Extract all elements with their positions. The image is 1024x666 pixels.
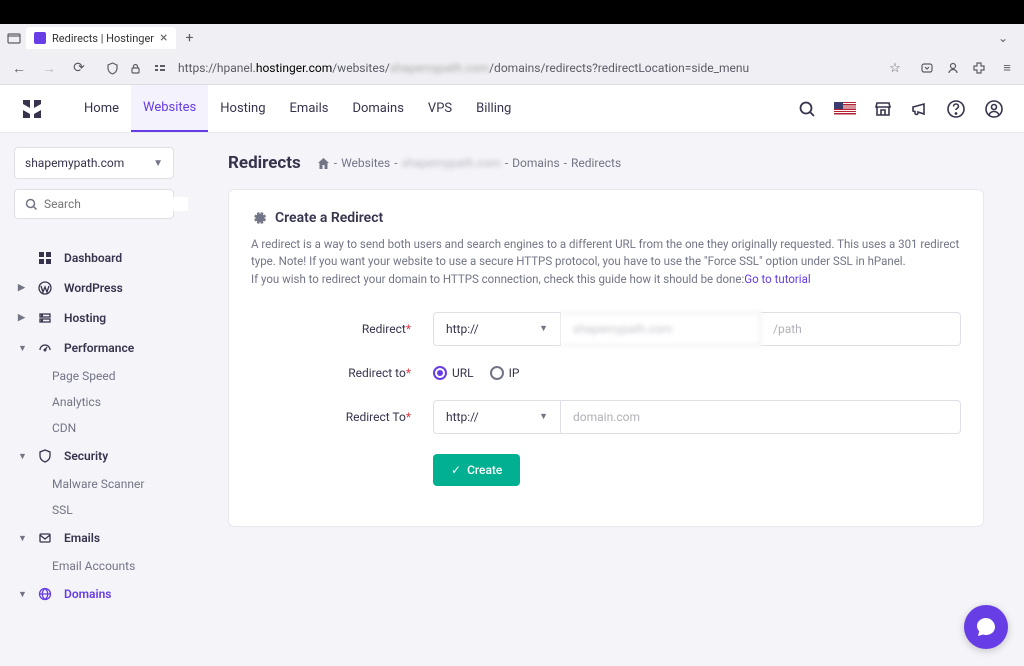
- globe-icon: [38, 587, 54, 601]
- url-text: https://hpanel.hostinger.com/websites/sh…: [178, 61, 880, 75]
- tab-favicon: [34, 32, 46, 44]
- tab-title: Redirects | Hostinger: [52, 32, 154, 45]
- radio-url[interactable]: URL: [433, 366, 474, 380]
- collapse-icon: ▼: [18, 589, 28, 600]
- sidebar-dashboard[interactable]: Dashboard: [14, 243, 174, 273]
- nav-websites[interactable]: Websites: [131, 85, 208, 132]
- nav-hosting[interactable]: Hosting: [208, 85, 277, 132]
- home-icon[interactable]: [317, 157, 330, 170]
- collapse-icon: ▼: [18, 451, 28, 462]
- sidebar-emails[interactable]: ▼ Emails: [14, 523, 174, 553]
- sidebar-pagespeed[interactable]: Page Speed: [14, 363, 174, 389]
- expand-icon: ▶: [18, 283, 28, 293]
- create-button[interactable]: ✓ Create: [433, 454, 520, 486]
- redirect-to-type-label: Redirect to*: [251, 366, 433, 380]
- tab-close-icon[interactable]: ×: [160, 30, 167, 46]
- nav-domains[interactable]: Domains: [340, 85, 415, 132]
- radio-ip[interactable]: IP: [490, 366, 520, 380]
- sidebar-cdn[interactable]: CDN: [14, 415, 174, 441]
- mail-icon: [38, 531, 54, 545]
- create-redirect-card: Create a Redirect A redirect is a way to…: [228, 189, 984, 527]
- chevron-down-icon: ▼: [539, 411, 548, 422]
- performance-icon: [38, 341, 54, 355]
- pocket-icon[interactable]: [920, 61, 938, 75]
- redirect-domain-input[interactable]: shapemypath.com: [561, 312, 761, 346]
- menu-icon[interactable]: ≡: [998, 60, 1016, 76]
- search-icon[interactable]: [798, 100, 816, 118]
- back-button[interactable]: ←: [8, 60, 30, 77]
- url-field[interactable]: https://hpanel.hostinger.com/websites/sh…: [98, 61, 912, 76]
- search-icon: [25, 198, 38, 211]
- tabs-dropdown-icon[interactable]: ⌄: [998, 31, 1008, 45]
- redirect-label: Redirect*: [251, 322, 433, 336]
- sidebar-performance[interactable]: ▼ Performance: [14, 333, 174, 363]
- permissions-icon[interactable]: [154, 62, 172, 74]
- shield-icon[interactable]: [106, 62, 124, 75]
- hosting-icon: [38, 311, 54, 325]
- browser-tab[interactable]: Redirects | Hostinger ×: [26, 27, 176, 49]
- chevron-down-icon: ▼: [539, 323, 548, 334]
- redirect-path-input[interactable]: /path: [761, 312, 961, 346]
- sidebar-security[interactable]: ▼ Security: [14, 441, 174, 471]
- site-name: shapemypath.com: [25, 156, 124, 170]
- sidebar-email-accounts[interactable]: Email Accounts: [14, 553, 174, 579]
- breadcrumb: - Websites - shapemypath.com - Domains -…: [317, 156, 621, 170]
- reload-button[interactable]: ⟳: [68, 60, 90, 76]
- announcements-icon[interactable]: [910, 100, 928, 118]
- hostinger-logo[interactable]: [20, 97, 44, 121]
- sidebar-hosting[interactable]: ▶ Hosting: [14, 303, 174, 333]
- card-description: A redirect is a way to send both users a…: [251, 236, 961, 288]
- nav-vps[interactable]: VPS: [416, 85, 464, 132]
- chat-button[interactable]: [964, 605, 1008, 649]
- help-icon[interactable]: [946, 99, 966, 119]
- bookmark-icon[interactable]: ☆: [886, 61, 904, 76]
- search-input[interactable]: [44, 197, 188, 211]
- redirect-to-label: Redirect To*: [251, 410, 433, 424]
- sidebar-malware[interactable]: Malware Scanner: [14, 471, 174, 497]
- extensions-icon[interactable]: [972, 61, 990, 75]
- store-icon[interactable]: [874, 100, 892, 118]
- sidebar-domains[interactable]: ▼ Domains: [14, 579, 174, 609]
- sidebar-analytics[interactable]: Analytics: [14, 389, 174, 415]
- main-nav: Home Websites Hosting Emails Domains VPS…: [72, 85, 523, 132]
- gear-icon: [251, 210, 267, 226]
- site-selector[interactable]: shapemypath.com ▼: [14, 147, 174, 179]
- chevron-down-icon: ▼: [153, 158, 163, 169]
- new-tab-button[interactable]: +: [180, 30, 200, 46]
- window-icon[interactable]: [6, 30, 22, 46]
- language-flag[interactable]: [834, 102, 856, 116]
- nav-home[interactable]: Home: [72, 85, 131, 132]
- profile-icon[interactable]: [984, 99, 1004, 119]
- sidebar-search[interactable]: [14, 189, 174, 219]
- collapse-icon: ▼: [18, 533, 28, 544]
- nav-billing[interactable]: Billing: [464, 85, 523, 132]
- wordpress-icon: [38, 281, 54, 295]
- nav-emails[interactable]: Emails: [278, 85, 341, 132]
- shield-icon: [38, 449, 54, 463]
- expand-icon: ▶: [18, 313, 28, 323]
- redirect-protocol-select[interactable]: http:// ▼: [433, 312, 561, 346]
- sidebar-ssl[interactable]: SSL: [14, 497, 174, 523]
- collapse-icon: ▼: [18, 343, 28, 354]
- sidebar-wordpress[interactable]: ▶ WordPress: [14, 273, 174, 303]
- dashboard-icon: [38, 251, 54, 265]
- forward-button: →: [38, 60, 60, 77]
- check-icon: ✓: [451, 463, 461, 477]
- redirect-to-domain-input[interactable]: domain.com: [561, 400, 961, 434]
- redirect-to-protocol-select[interactable]: http:// ▼: [433, 400, 561, 434]
- card-title-text: Create a Redirect: [275, 210, 383, 226]
- tutorial-link[interactable]: Go to tutorial: [744, 272, 810, 286]
- lock-icon[interactable]: [130, 63, 148, 74]
- account-icon[interactable]: [946, 61, 964, 75]
- page-title: Redirects: [228, 153, 301, 173]
